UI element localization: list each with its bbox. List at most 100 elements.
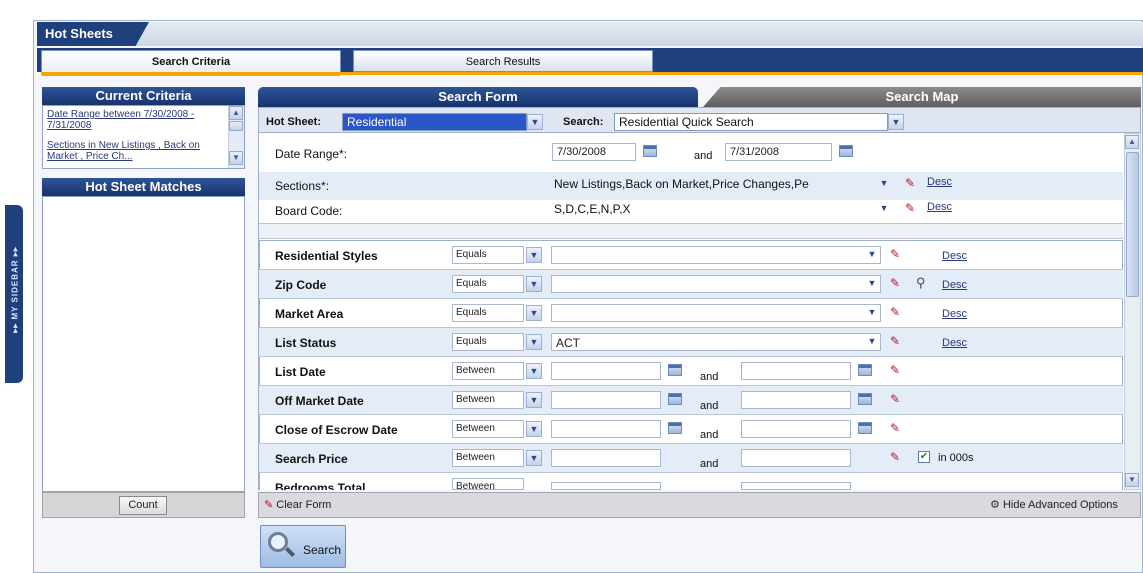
eraser-icon[interactable]: ✎ <box>890 422 904 434</box>
date-range-row: Date Range*: <box>259 138 1123 166</box>
date-range-to-input[interactable]: 7/31/2008 <box>725 143 832 161</box>
row-label: List Date <box>275 365 326 379</box>
eraser-icon[interactable]: ✎ <box>890 248 904 260</box>
list-status-desc-link[interactable]: Desc <box>942 337 967 349</box>
in-000s-checkbox[interactable]: ✔ <box>918 451 930 463</box>
sections-select[interactable]: New Listings,Back on Market,Price Change… <box>550 176 878 194</box>
close-escrow-to-input[interactable] <box>741 420 851 438</box>
date-range-and: and <box>694 150 713 162</box>
calendar-icon[interactable] <box>643 145 657 157</box>
scroll-down-icon[interactable]: ▼ <box>1125 473 1139 487</box>
chevron-down-icon[interactable]: ▼ <box>864 305 880 321</box>
eraser-icon[interactable]: ✎ <box>890 364 904 376</box>
chevron-down-icon[interactable]: ▼ <box>864 276 880 292</box>
search-price-from-input[interactable] <box>551 449 661 467</box>
market-area-desc-link[interactable]: Desc <box>942 308 967 320</box>
chevron-down-icon[interactable]: ▼ <box>888 114 904 130</box>
and-label: and <box>700 371 719 383</box>
row-label: Bedrooms Total <box>275 481 366 490</box>
eraser-icon[interactable]: ✎ <box>890 451 904 463</box>
calendar-icon[interactable] <box>668 393 682 405</box>
zip-code-desc-link[interactable]: Desc <box>942 279 967 291</box>
chevron-down-icon[interactable]: ▼ <box>526 421 542 437</box>
off-market-to-input[interactable] <box>741 391 851 409</box>
operator-select[interactable]: Between <box>452 449 524 467</box>
calendar-icon[interactable] <box>668 364 682 376</box>
calendar-icon[interactable] <box>858 393 872 405</box>
eraser-icon[interactable]: ✎ <box>905 202 919 214</box>
date-range-from-input[interactable]: 7/30/2008 <box>552 143 636 161</box>
eraser-icon[interactable]: ✎ <box>890 277 904 289</box>
close-escrow-from-input[interactable] <box>551 420 661 438</box>
row-label: Market Area <box>275 307 344 321</box>
eraser-icon: ✎ <box>264 499 274 511</box>
chevron-down-icon[interactable]: ▼ <box>864 334 880 350</box>
operator-select[interactable]: Between <box>452 391 524 409</box>
list-status-input[interactable]: ACT <box>551 333 881 351</box>
scroll-thumb[interactable] <box>229 121 243 131</box>
criteria-scrollbar[interactable]: ▲ ▼ <box>228 106 244 168</box>
residential-styles-desc-link[interactable]: Desc <box>942 250 967 262</box>
list-date-from-input[interactable] <box>551 362 661 380</box>
tab-search-form[interactable]: Search Form <box>258 87 698 107</box>
operator-select[interactable]: Between <box>452 478 524 490</box>
calendar-icon[interactable] <box>858 364 872 376</box>
off-market-from-input[interactable] <box>551 391 661 409</box>
form-scroll-thumb[interactable] <box>1126 152 1139 297</box>
chevron-down-icon[interactable]: ▼ <box>527 114 543 130</box>
chevron-down-icon[interactable]: ▼ <box>526 305 542 321</box>
chevron-down-icon[interactable]: ▼ <box>876 176 892 192</box>
eraser-icon[interactable]: ✎ <box>890 306 904 318</box>
market-area-input[interactable] <box>551 304 881 322</box>
scroll-up-icon[interactable]: ▲ <box>1125 135 1139 149</box>
chevron-down-icon[interactable]: ▼ <box>526 334 542 350</box>
lookup-magnifier-icon[interactable]: ⚲ <box>916 275 926 291</box>
chevron-down-icon[interactable]: ▼ <box>526 247 542 263</box>
tab-search-criteria[interactable]: Search Criteria <box>41 50 341 76</box>
bedrooms-to-input[interactable] <box>741 482 851 490</box>
title-band <box>37 22 1143 46</box>
chevron-down-icon[interactable]: ▼ <box>864 247 880 263</box>
operator-select[interactable]: Equals <box>452 304 524 322</box>
chevron-down-icon[interactable]: ▼ <box>526 450 542 466</box>
sections-label: Sections*: <box>275 179 330 193</box>
list-date-to-input[interactable] <box>741 362 851 380</box>
clear-form-button[interactable]: ✎ Clear Form <box>264 498 331 511</box>
bedrooms-from-input[interactable] <box>551 482 661 490</box>
chevron-down-icon[interactable]: ▼ <box>526 363 542 379</box>
calendar-icon[interactable] <box>668 422 682 434</box>
search-price-to-input[interactable] <box>741 449 851 467</box>
scroll-up-icon[interactable]: ▲ <box>229 106 243 120</box>
chevron-down-icon[interactable]: ▼ <box>876 201 892 217</box>
operator-select[interactable]: Between <box>452 420 524 438</box>
calendar-icon[interactable] <box>858 422 872 434</box>
search-select[interactable]: Residential Quick Search <box>614 113 888 131</box>
chevron-down-icon[interactable]: ▼ <box>526 276 542 292</box>
hot-sheet-select[interactable]: Residential <box>342 113 527 131</box>
hide-advanced-options-button[interactable]: ⚙ Hide Advanced Options <box>990 498 1118 511</box>
residential-styles-input[interactable] <box>551 246 881 264</box>
search-button[interactable]: Search <box>260 525 346 568</box>
criteria-date-range-link[interactable]: Date Range between 7/30/2008 - 7/31/2008 <box>47 109 232 131</box>
operator-select[interactable]: Equals <box>452 246 524 264</box>
calendar-icon[interactable] <box>839 145 853 157</box>
board-code-select[interactable]: S,D,C,E,N,P,X <box>550 201 878 219</box>
board-code-desc-link[interactable]: Desc <box>927 201 952 213</box>
sections-desc-link[interactable]: Desc <box>927 176 952 188</box>
operator-select[interactable]: Equals <box>452 333 524 351</box>
chevron-down-icon[interactable]: ▼ <box>526 392 542 408</box>
my-sidebar-toggle[interactable]: ▸▸ MY SIDEBAR ▸▸ <box>5 205 23 383</box>
operator-select[interactable]: Between <box>452 362 524 380</box>
count-button[interactable]: Count <box>119 496 167 515</box>
tab-search-map[interactable]: Search Map <box>703 87 1141 107</box>
scroll-down-icon[interactable]: ▼ <box>229 151 243 165</box>
eraser-icon[interactable]: ✎ <box>890 335 904 347</box>
tab-search-results[interactable]: Search Results <box>353 50 653 72</box>
eraser-icon[interactable]: ✎ <box>905 177 919 189</box>
eraser-icon[interactable]: ✎ <box>890 393 904 405</box>
criteria-sections-link[interactable]: Sections in New Listings , Back on Marke… <box>47 140 227 162</box>
hot-sheet-matches-list <box>42 196 245 492</box>
operator-select[interactable]: Equals <box>452 275 524 293</box>
zip-code-input[interactable] <box>551 275 881 293</box>
board-code-label: Board Code: <box>275 204 343 218</box>
